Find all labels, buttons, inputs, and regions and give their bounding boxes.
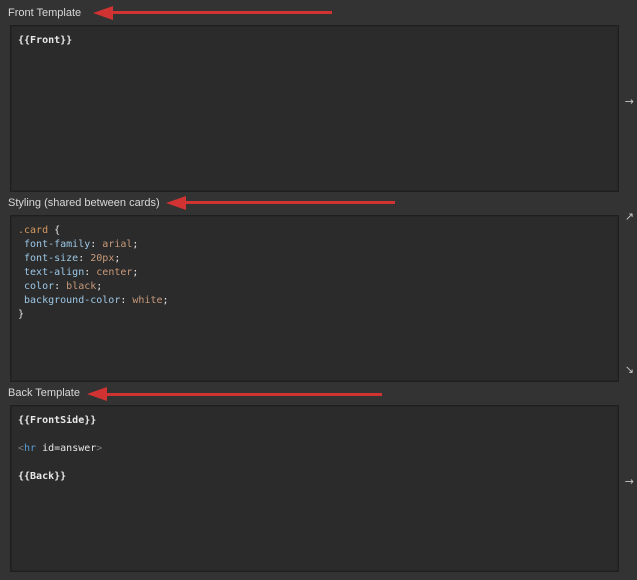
back-field-token: {{Back}} (18, 471, 67, 482)
back-template-code: {{FrontSide}} <hr id=answer> {{Back}} (18, 414, 102, 484)
css-value: 20px (90, 253, 115, 264)
annotation-arrow-shaft (104, 393, 382, 396)
css-property: font-size (18, 253, 79, 264)
annotation-arrow-shaft (183, 201, 395, 204)
html-attribute: id=answer (36, 443, 97, 454)
css-open-brace: { (48, 225, 61, 236)
css-property: font-family (18, 239, 91, 250)
css-property: background-color (18, 295, 121, 306)
html-bracket: > (96, 443, 103, 454)
back-template-editor[interactable]: {{FrontSide}} <hr id=answer> {{Back}} (10, 405, 619, 572)
css-close-brace: } (18, 309, 25, 320)
front-template-label: Front Template (8, 7, 82, 19)
collapse-arrow-icon[interactable]: ↘ (625, 364, 634, 376)
arrow-right-icon[interactable]: → (625, 476, 634, 488)
styling-editor[interactable]: .card { font-family: arial; font-size: 2… (10, 215, 619, 382)
front-template-code: {{Front}} (18, 34, 72, 48)
css-semicolon: ; (132, 239, 139, 250)
css-selector: .card (18, 225, 49, 236)
front-field-token: {{Front}} (18, 35, 73, 46)
css-colon: : (78, 253, 91, 264)
arrow-right-icon[interactable]: → (625, 96, 634, 108)
styling-label: Styling (shared between cards) (8, 197, 160, 209)
frontside-field-token: {{FrontSide}} (18, 415, 97, 426)
css-value: center (96, 267, 133, 278)
css-value: white (132, 295, 163, 306)
css-colon: : (90, 239, 103, 250)
back-template-label: Back Template (8, 387, 80, 399)
css-colon: : (54, 281, 67, 292)
expand-arrow-icon[interactable]: ↗ (625, 211, 634, 223)
card-template-editor: Front Template {{Front}} → Styling (shar… (0, 0, 637, 580)
css-value: black (66, 281, 97, 292)
css-value: arial (102, 239, 133, 250)
html-tag: hr (24, 443, 37, 454)
css-property: text-align (18, 267, 85, 278)
front-template-editor[interactable]: {{Front}} (10, 25, 619, 192)
styling-code: .card { font-family: arial; font-size: 2… (18, 224, 169, 322)
css-colon: : (84, 267, 97, 278)
css-semicolon: ; (96, 281, 103, 292)
annotation-arrow-shaft (110, 11, 332, 14)
css-semicolon: ; (114, 253, 121, 264)
css-semicolon: ; (132, 267, 139, 278)
css-property: color (18, 281, 55, 292)
css-semicolon: ; (162, 295, 169, 306)
css-colon: : (120, 295, 133, 306)
